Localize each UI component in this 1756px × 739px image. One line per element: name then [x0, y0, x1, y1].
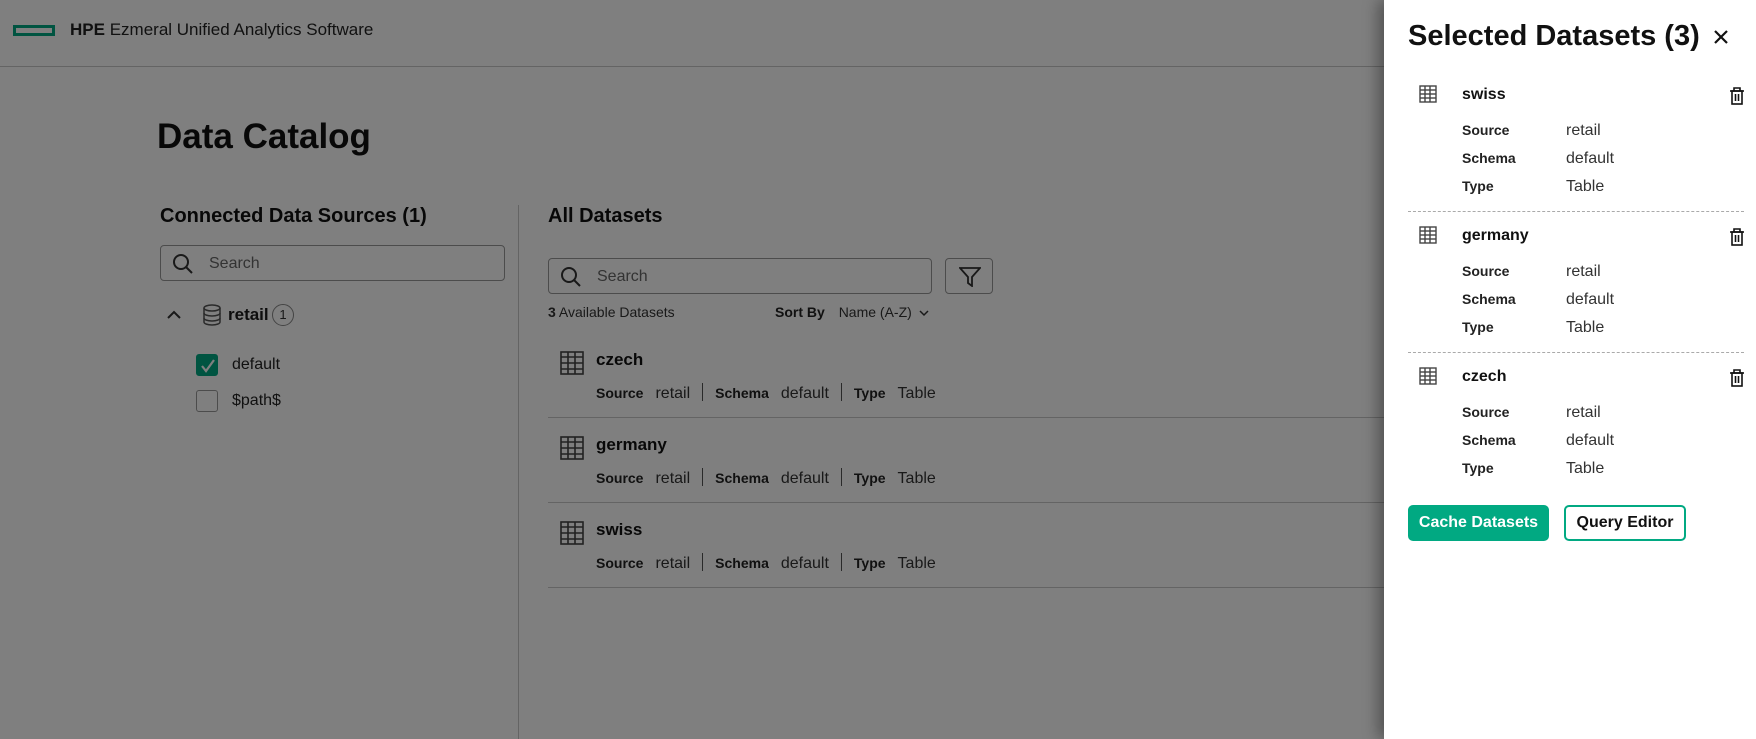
query-editor-button[interactable]: Query Editor [1564, 505, 1686, 541]
selected-dataset-item: germany Source retail Schema default Type T… [1408, 211, 1744, 353]
schema-value: default [1566, 291, 1615, 308]
trash-icon[interactable] [1729, 87, 1745, 105]
table-icon [1419, 226, 1437, 244]
trash-icon[interactable] [1729, 228, 1745, 246]
selected-dataset-item: swiss Source retail Schema default Type Tab… [1408, 70, 1744, 212]
selected-type-row: Type Table [1462, 319, 1604, 337]
type-label: Type [1462, 460, 1494, 476]
selected-source-row: Source retail [1462, 122, 1601, 140]
trash-icon[interactable] [1729, 369, 1745, 387]
selected-schema-row: Schema default [1462, 432, 1614, 450]
type-value: Table [1566, 178, 1605, 195]
schema-label: Schema [1462, 291, 1516, 307]
close-icon[interactable] [1712, 28, 1730, 46]
schema-label: Schema [1462, 150, 1516, 166]
drawer-title: Selected Datasets (3) [1408, 20, 1700, 52]
table-icon [1419, 85, 1437, 103]
source-value: retail [1566, 263, 1601, 280]
selected-datasets-drawer: Selected Datasets (3) swiss Source retail… [1384, 0, 1756, 739]
type-value: Table [1566, 319, 1605, 336]
table-icon [1419, 367, 1437, 385]
source-value: retail [1566, 404, 1601, 421]
source-value: retail [1566, 122, 1601, 139]
selected-type-row: Type Table [1462, 460, 1604, 478]
selected-source-row: Source retail [1462, 404, 1601, 422]
selected-type-row: Type Table [1462, 178, 1604, 196]
type-label: Type [1462, 319, 1494, 335]
schema-value: default [1566, 432, 1615, 449]
schema-label: Schema [1462, 432, 1516, 448]
cache-datasets-button[interactable]: Cache Datasets [1408, 505, 1549, 541]
source-label: Source [1462, 263, 1510, 279]
selected-dataset-name: germany [1462, 227, 1529, 244]
schema-value: default [1566, 150, 1615, 167]
type-value: Table [1566, 460, 1605, 477]
selected-dataset-name: swiss [1462, 86, 1506, 103]
type-label: Type [1462, 178, 1494, 194]
selected-schema-row: Schema default [1462, 291, 1614, 309]
selected-dataset-name: czech [1462, 368, 1507, 385]
selected-source-row: Source retail [1462, 263, 1601, 281]
source-label: Source [1462, 404, 1510, 420]
selected-dataset-item: czech Source retail Schema default Type Tab… [1408, 352, 1744, 493]
source-label: Source [1462, 122, 1510, 138]
selected-schema-row: Schema default [1462, 150, 1614, 168]
